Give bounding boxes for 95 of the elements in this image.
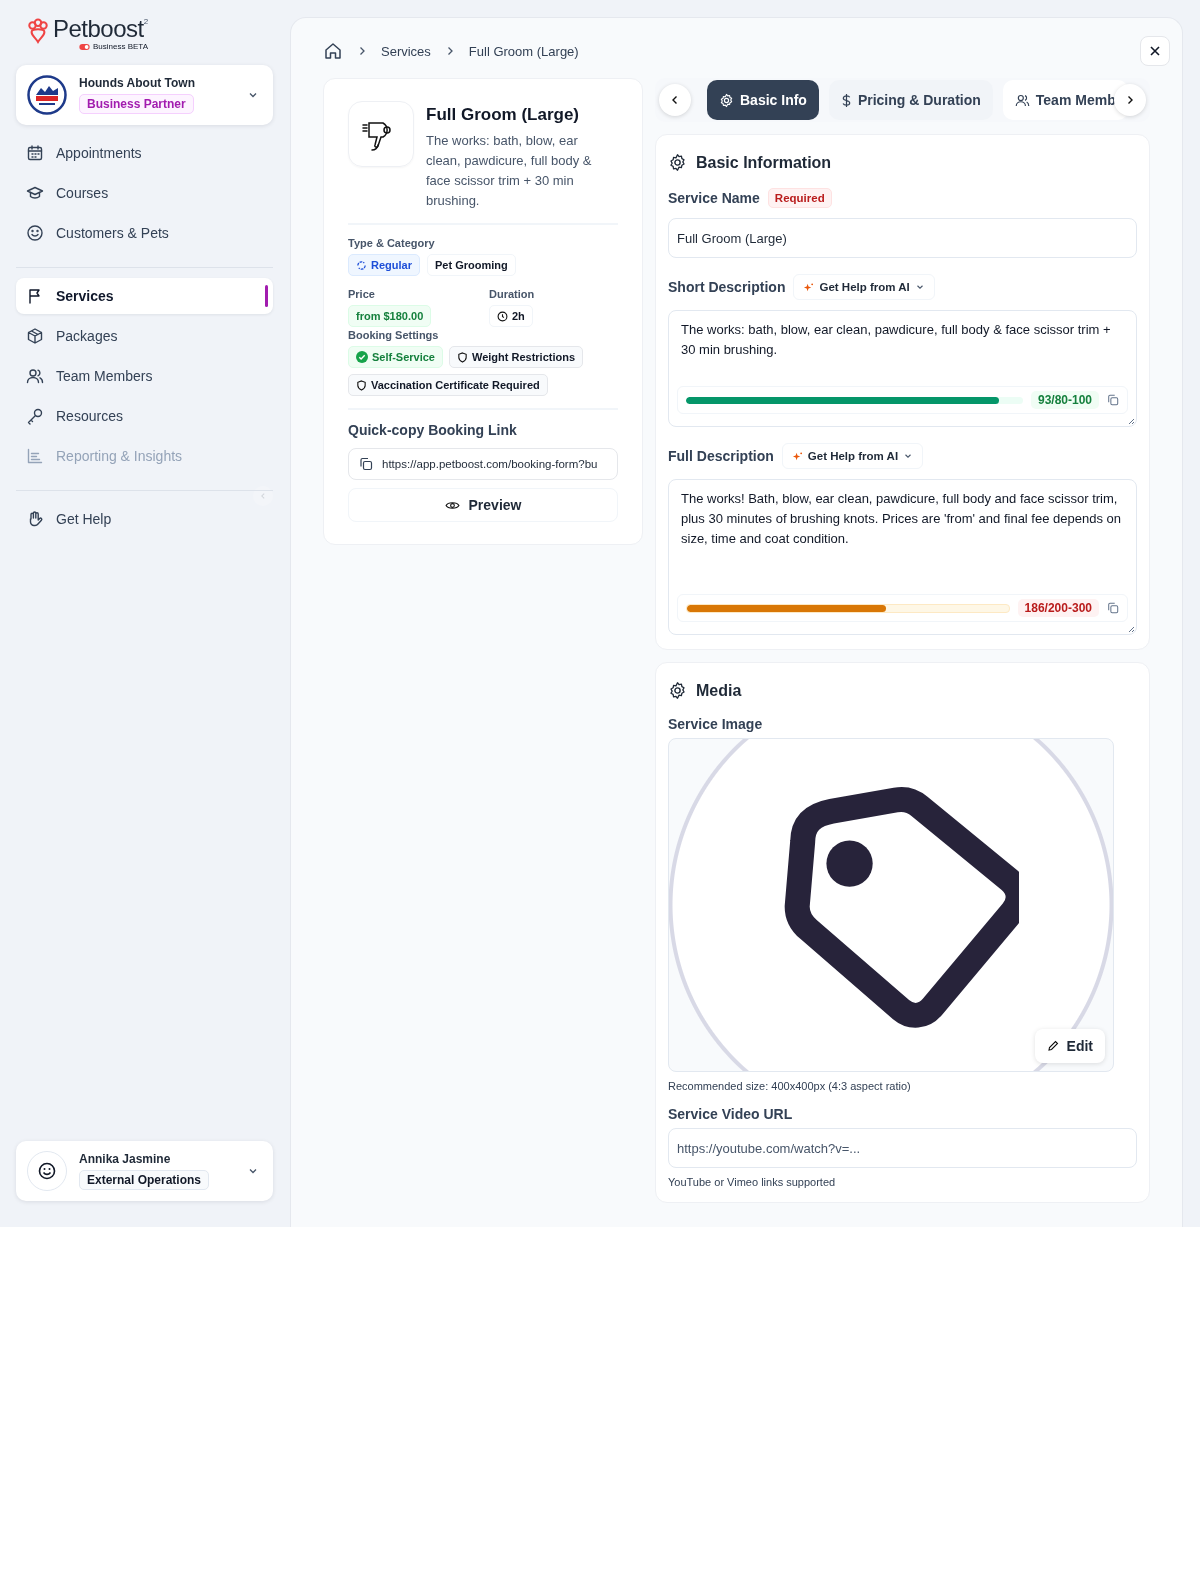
paw-logo-icon	[27, 18, 49, 44]
toggle-icon	[79, 43, 90, 50]
chart-icon	[26, 447, 44, 465]
scroll-right-button[interactable]	[1114, 84, 1146, 116]
tab[interactable]: Basic Info	[707, 80, 819, 120]
tab[interactable]: Pricing & Duration	[828, 80, 993, 120]
duration-badge: 2h	[489, 305, 533, 327]
section-title: Media	[696, 681, 742, 700]
field-label: Price	[348, 288, 376, 300]
tab[interactable]: Team Memb	[1002, 80, 1128, 120]
active-indicator	[265, 285, 268, 307]
role-badge: Business Partner	[79, 94, 194, 114]
role-badge: External Operations	[79, 1170, 210, 1190]
preview-button[interactable]: Preview	[348, 488, 618, 522]
gear-icon	[668, 681, 687, 700]
edit-button[interactable]: Edit	[1034, 1029, 1105, 1063]
business-logo-icon	[27, 75, 67, 115]
gear-icon	[719, 92, 734, 108]
brand-name: Petboost	[53, 17, 144, 41]
smiley-icon	[26, 224, 44, 242]
field-label: Short Description	[668, 279, 786, 295]
required-badge: Required	[767, 188, 832, 208]
chevron-left-icon	[670, 95, 680, 105]
copy-icon[interactable]	[359, 457, 373, 471]
setting-badge: Self-Service	[348, 346, 443, 368]
sparkle-icon	[791, 450, 803, 462]
pencil-icon	[1046, 1040, 1059, 1052]
type-badge: Regular	[348, 254, 420, 276]
cap-icon	[26, 184, 44, 202]
character-count: 186/200-300	[1017, 599, 1099, 617]
calendar-icon	[26, 144, 44, 162]
nav-item[interactable]: Appointments	[16, 135, 273, 171]
home-icon[interactable]	[323, 41, 343, 61]
section-label: Quick-copy Booking Link	[348, 422, 518, 438]
business-name: Hounds About Town	[79, 76, 195, 90]
service-description: The works: bath, blow, ear clean, pawdicure, full body & face scissor trim + 30 min brushing.	[426, 132, 593, 210]
nav-item[interactable]: Customers & Pets	[16, 215, 273, 251]
nav-item[interactable]: Team Members	[16, 358, 273, 394]
check-circle-icon	[356, 351, 368, 363]
field-label: Service Image	[668, 716, 764, 732]
box-icon	[26, 327, 44, 345]
people-icon	[1014, 92, 1030, 108]
setting-badge: Weight Restrictions	[449, 346, 584, 368]
eye-icon	[444, 499, 460, 511]
user-menu[interactable]: Annika Jasmine External Operations	[16, 1141, 273, 1201]
breadcrumb-current: Full Groom (Large)	[468, 43, 579, 59]
nav-item[interactable]: Get Help	[16, 501, 273, 537]
smiley-avatar-icon	[27, 1151, 67, 1191]
field-label: Service Name	[668, 190, 760, 206]
business-switcher[interactable]: Hounds About Town Business Partner	[16, 65, 273, 125]
chevron-right-icon	[1125, 95, 1135, 105]
field-label: Type & Category	[348, 237, 436, 249]
close-button[interactable]	[1140, 36, 1170, 66]
close-icon	[1149, 45, 1161, 57]
clock-icon	[497, 310, 508, 322]
refresh-icon	[356, 259, 367, 271]
setting-badge: Vaccination Certificate Required	[348, 374, 548, 396]
chevron-right-icon	[357, 46, 367, 56]
nav-item[interactable]: Services	[16, 278, 273, 314]
hint-text: Recommended size: 400x400px (4:3 aspect ratio)	[668, 1080, 912, 1092]
video-url-field[interactable]: https://youtube.com/watch?v=...	[668, 1128, 1137, 1168]
resize-handle-icon[interactable]	[1127, 625, 1135, 633]
brand-mark: 2	[143, 17, 149, 26]
booking-link-field[interactable]: https://app.petboost.com/booking-form?bu	[348, 448, 618, 480]
user-name: Annika Jasmine	[79, 1152, 171, 1166]
field-label: Full Description	[668, 448, 774, 464]
section-title: Basic Information	[696, 153, 832, 172]
character-count: 93/80-100	[1030, 391, 1099, 409]
service-title: Full Groom (Large)	[426, 105, 580, 125]
scroll-left-button[interactable]	[659, 84, 691, 116]
hint-text: YouTube or Vimeo links supported	[668, 1176, 837, 1188]
field-label: Booking Settings	[348, 329, 440, 341]
nav-item[interactable]: Packages	[16, 318, 273, 354]
gear-icon	[668, 153, 687, 172]
field-label: Duration	[489, 288, 536, 300]
nav-item[interactable]: Courses	[16, 175, 273, 211]
shield-icon	[457, 351, 468, 363]
resize-handle-icon[interactable]	[1127, 417, 1135, 425]
service-name-field[interactable]: Full Groom (Large)	[668, 218, 1137, 258]
people-icon	[26, 367, 44, 385]
sparkle-icon	[803, 281, 815, 293]
shield-icon	[356, 379, 367, 391]
ai-help-button[interactable]: Get Help from AI	[793, 274, 935, 300]
dollar-icon	[840, 92, 852, 108]
ai-help-button[interactable]: Get Help from AI	[781, 443, 924, 469]
price-badge: from $180.00	[348, 305, 432, 327]
field-label: Service Video URL	[668, 1106, 794, 1122]
description-field[interactable]: The works! Bath, blow, ear clean, pawdicure, full body and face scissor trim, plus 30 minutes of brushing knots. Prices are 'from' and final fee depends on size, time and coat condition. 186/200-300	[668, 479, 1137, 635]
category-badge: Pet Grooming	[426, 254, 516, 276]
chevron-left-icon	[259, 492, 267, 500]
breadcrumb-link[interactable]: Services	[381, 43, 431, 59]
nav-item[interactable]: Resources	[16, 398, 273, 434]
key-icon	[26, 407, 44, 425]
brand-edition: Business BETA	[93, 42, 148, 51]
description-field[interactable]: The works: bath, blow, ear clean, pawdicure, full body & face scissor trim + 30 min brushing. 93/80-100	[668, 310, 1137, 427]
